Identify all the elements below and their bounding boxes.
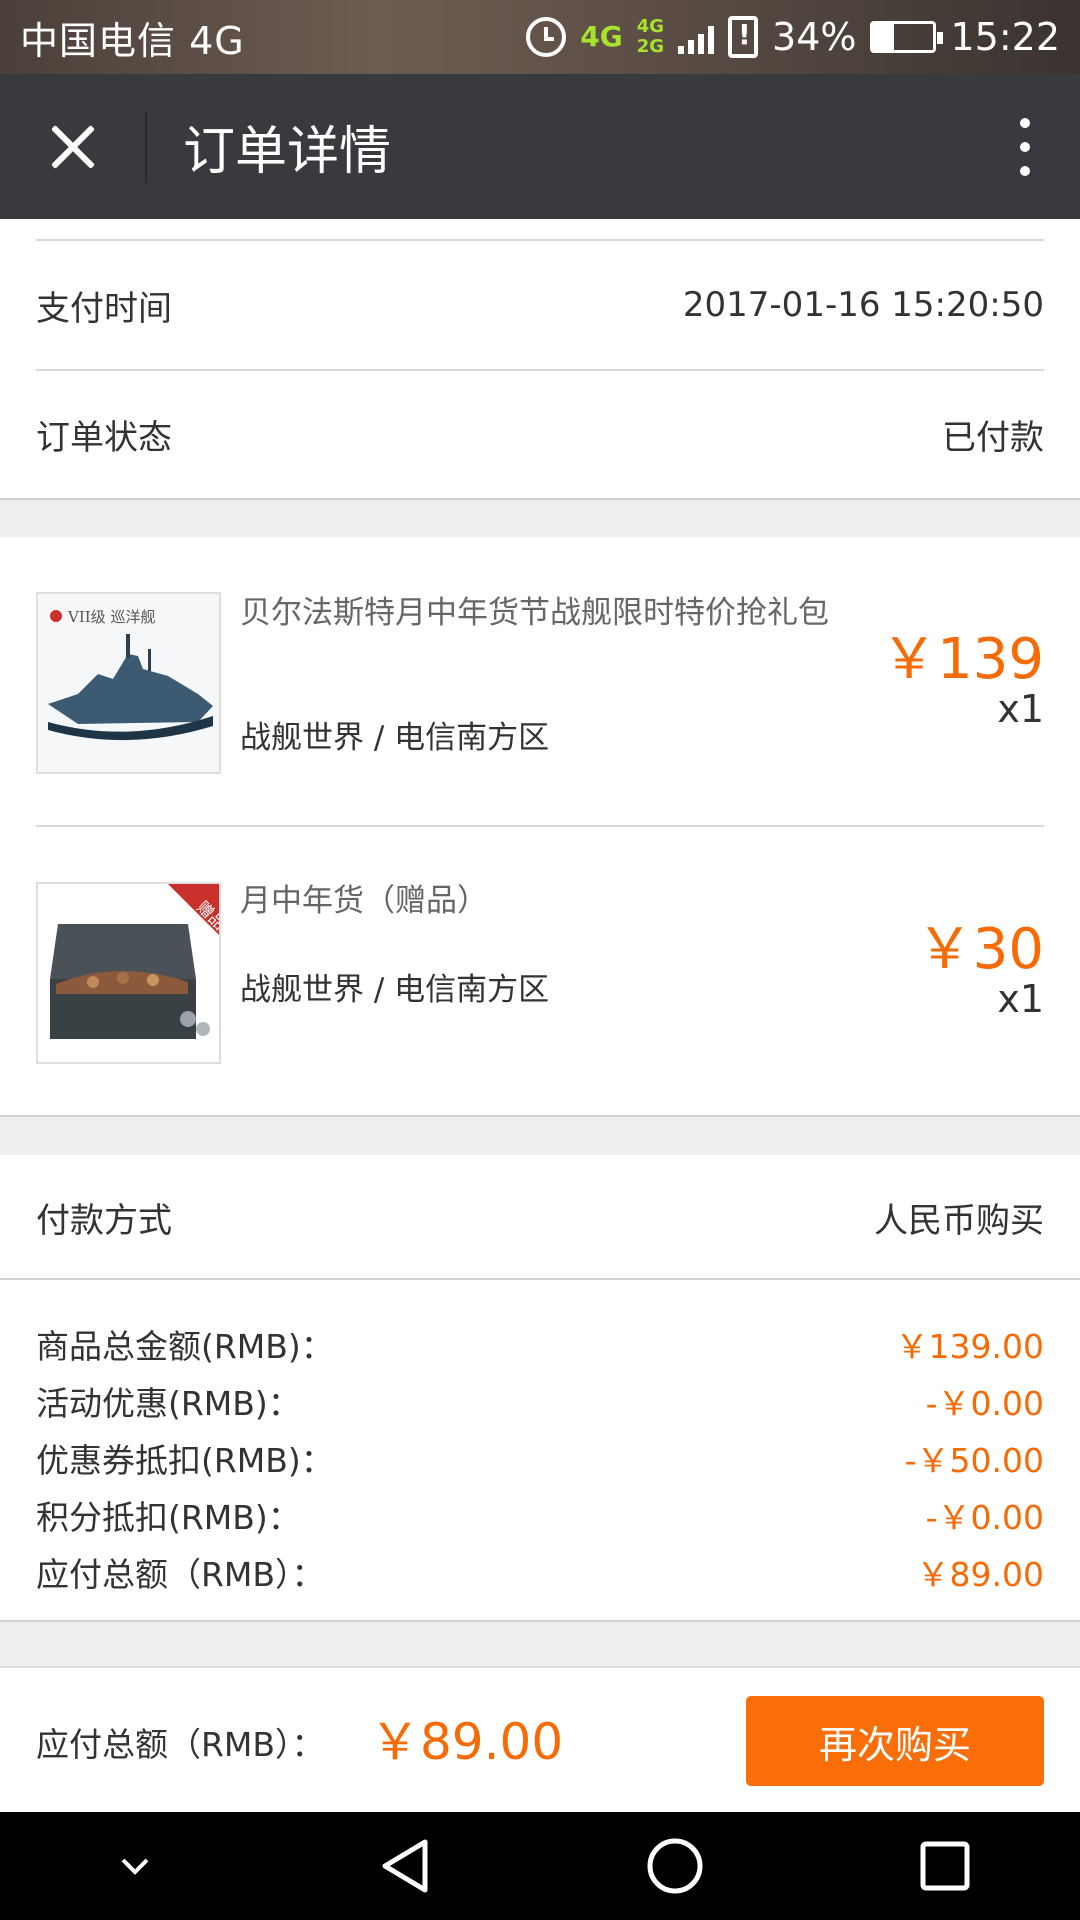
system-nav-bar — [0, 1812, 1080, 1920]
summary-label: 积分抵扣(RMB)： — [36, 1498, 301, 1537]
pay-time-row: 支付时间 2017-01-16 15:20:50 — [36, 241, 1044, 369]
order-status-row: 订单状态 已付款 — [36, 371, 1044, 497]
payment-method-section: 付款方式 人民币购买 — [0, 1155, 1080, 1280]
page-title: 订单详情 — [183, 122, 392, 182]
product-price: ￥139 — [881, 627, 1044, 692]
divider — [36, 825, 1044, 827]
more-icon[interactable] — [970, 74, 1080, 219]
summary-label: 应付总额（RMB）： — [36, 1555, 325, 1594]
clock: 15:22 — [950, 15, 1060, 59]
network-4g-label: 4G — [580, 20, 623, 53]
pay-time-label: 支付时间 — [36, 288, 172, 329]
pay-time-value: 2017-01-16 15:20:50 — [682, 285, 1044, 325]
price-summary-section: 商品总金额(RMB)： ￥139.00 活动优惠(RMB)： -￥0.00 优惠… — [0, 1280, 1080, 1620]
order-status-value: 已付款 — [942, 417, 1044, 458]
sim-alert-icon — [728, 16, 759, 58]
treasure-chest-icon: 赠品 — [38, 884, 219, 1062]
product-name: 贝尔法斯特月中年货节战舰限时特价抢礼包 — [240, 595, 829, 631]
product-thumbnail: VII级 巡洋舰 — [36, 592, 221, 774]
payment-method-value: 人民币购买 — [874, 1201, 1044, 1241]
recents-icon[interactable] — [915, 1836, 975, 1896]
summary-row-coupon: 优惠券抵扣(RMB)： -￥50.00 — [36, 1434, 1044, 1482]
products-section: VII级 巡洋舰 贝尔法斯特月中年货节战舰限时特价抢礼包 战舰世界 / 电信南方… — [0, 537, 1080, 1117]
product-item[interactable]: VII级 巡洋舰 贝尔法斯特月中年货节战舰限时特价抢礼包 战舰世界 / 电信南方… — [36, 592, 1044, 777]
product-name: 月中年货（赠品） — [240, 883, 488, 919]
product-quantity: x1 — [997, 977, 1044, 1021]
bottom-bar: 应付总额（RMB）： ￥89.00 再次购买 — [0, 1666, 1080, 1812]
summary-value: -￥50.00 — [904, 1441, 1044, 1480]
product-thumbnail: 赠品 — [36, 882, 221, 1064]
title-divider — [145, 110, 147, 183]
battery-icon — [870, 21, 944, 53]
carrier-label: 中国电信 4G — [20, 18, 245, 63]
section-divider — [0, 1620, 1080, 1622]
summary-value: -￥0.00 — [925, 1384, 1044, 1423]
summary-label: 商品总金额(RMB)： — [36, 1327, 334, 1366]
summary-row-subtotal: 商品总金额(RMB)： ￥139.00 — [36, 1320, 1044, 1368]
section-divider — [0, 498, 1080, 500]
buy-again-button[interactable]: 再次购买 — [746, 1696, 1044, 1786]
network-2g-small: 2G — [636, 36, 665, 57]
payment-method-row: 付款方式 人民币购买 — [36, 1155, 1044, 1280]
status-bar: 中国电信 4G 4G 4G 2G 34% 15:22 — [0, 0, 1080, 74]
battleship-image-icon: VII级 巡洋舰 — [38, 594, 219, 772]
home-icon[interactable] — [645, 1836, 705, 1896]
battery-percent: 34% — [772, 15, 857, 59]
summary-value: ￥89.00 — [916, 1555, 1044, 1594]
product-quantity: x1 — [997, 687, 1044, 731]
summary-row-promotion: 活动优惠(RMB)： -￥0.00 — [36, 1377, 1044, 1425]
summary-row-total: 应付总额（RMB）： ￥89.00 — [36, 1548, 1044, 1596]
network-4g-small: 4G — [636, 16, 665, 37]
product-item[interactable]: 赠品 月中年货（赠品） 战舰世界 / 电信南方区 ￥30 x1 — [36, 882, 1044, 1067]
product-badge: VII级 巡洋舰 — [67, 608, 155, 626]
bottom-total-value: ￥89.00 — [370, 1713, 564, 1771]
status-icons: 4G 4G 2G 34% 15:22 — [526, 15, 1060, 59]
nav-down-icon[interactable] — [105, 1836, 165, 1896]
product-price: ￥30 — [916, 917, 1044, 982]
close-icon[interactable] — [0, 74, 145, 219]
summary-label: 优惠券抵扣(RMB)： — [36, 1441, 334, 1480]
order-status-label: 订单状态 — [36, 417, 172, 458]
summary-value: -￥0.00 — [925, 1498, 1044, 1537]
summary-label: 活动优惠(RMB)： — [36, 1384, 301, 1423]
title-bar: 订单详情 — [0, 74, 1080, 219]
summary-row-points: 积分抵扣(RMB)： -￥0.00 — [36, 1491, 1044, 1539]
section-divider — [0, 1115, 1080, 1117]
summary-value: ￥139.00 — [895, 1327, 1044, 1366]
alarm-icon — [526, 17, 567, 57]
product-game: 战舰世界 / 电信南方区 — [240, 720, 550, 756]
signal-bars-icon — [678, 20, 715, 54]
bottom-total-label: 应付总额（RMB）： — [36, 1725, 325, 1764]
product-game: 战舰世界 / 电信南方区 — [240, 972, 550, 1008]
order-info-section: 支付时间 2017-01-16 15:20:50 订单状态 已付款 — [0, 219, 1080, 499]
network-4g2g-label: 4G 2G — [637, 17, 664, 57]
back-icon[interactable] — [375, 1836, 435, 1896]
payment-method-label: 付款方式 — [36, 1201, 172, 1241]
